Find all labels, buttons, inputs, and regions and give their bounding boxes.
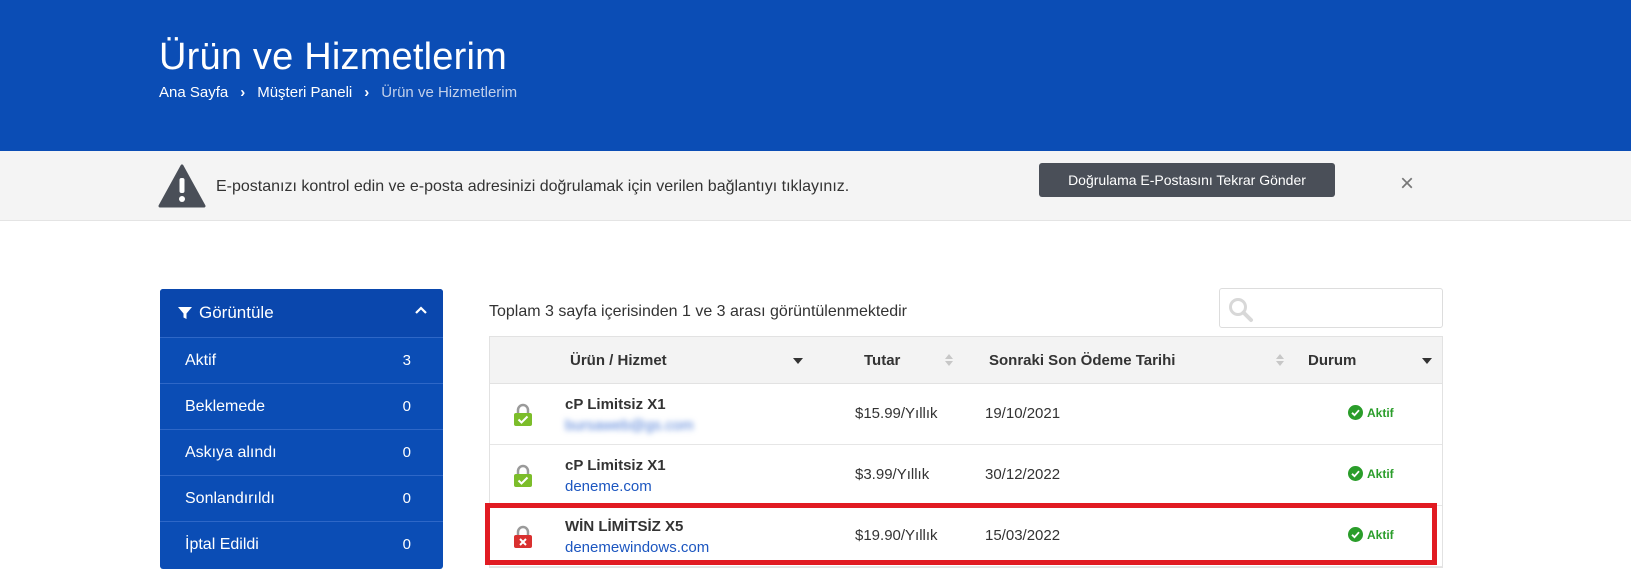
sidebar-item-count: 0: [402, 398, 411, 415]
sidebar-item-sonlandirildi[interactable]: Sonlandırıldı 0: [160, 475, 443, 521]
check-circle-icon: [1348, 405, 1363, 420]
breadcrumb-home-link[interactable]: Ana Sayfa: [159, 84, 228, 101]
product-price: $3.99/Yıllık: [855, 466, 930, 483]
status-badge: Aktif: [1348, 405, 1394, 420]
chevron-right-icon: ›: [240, 84, 246, 101]
breadcrumb-client-panel-link[interactable]: Müşteri Paneli: [257, 84, 352, 101]
email-verification-alert: E-postanızı kontrol edin ve e-posta adre…: [0, 151, 1631, 221]
alert-message: E-postanızı kontrol edin ve e-posta adre…: [216, 178, 850, 195]
product-due-date: 30/12/2022: [985, 466, 1061, 483]
table-row[interactable]: cP Limitsiz X1 deneme.com $3.99/Yıllık 3…: [490, 445, 1442, 506]
resend-verification-button[interactable]: Doğrulama E-Postasını Tekrar Gönder: [1039, 163, 1335, 197]
product-domain-link[interactable]: deneme.com: [565, 478, 652, 495]
table-row[interactable]: WİN LİMİTSİZ X5 denemewindows.com $19.90…: [490, 506, 1442, 567]
sidebar-item-count: 3: [402, 352, 411, 369]
sort-icon[interactable]: [943, 353, 955, 367]
sidebar-item-label: Sonlandırıldı: [185, 489, 275, 507]
sort-desc-icon[interactable]: [792, 353, 804, 367]
sidebar-item-count: 0: [402, 536, 411, 553]
sort-icon[interactable]: [1274, 353, 1286, 367]
sidebar-item-askiya-alindi[interactable]: Askıya alındı 0: [160, 429, 443, 475]
sidebar-item-label: İptal Edildi: [185, 535, 259, 553]
ssl-lock-valid-icon: [514, 403, 532, 426]
product-name: cP Limitsiz X1: [565, 396, 666, 413]
sidebar-item-label: Askıya alındı: [185, 443, 277, 461]
product-name: WİN LİMİTSİZ X5: [565, 518, 684, 535]
sidebar-item-aktif[interactable]: Aktif 3: [160, 337, 443, 383]
breadcrumb-current: Ürün ve Hizmetlerim: [381, 84, 518, 101]
services-table: Ürün / Hizmet Tutar Sonraki Son Ödeme Ta…: [489, 336, 1443, 568]
page-title: Ürün ve Hizmetlerim: [159, 36, 507, 78]
status-label: Aktif: [1367, 466, 1394, 481]
sidebar-title: Görüntüle: [199, 303, 274, 322]
status-label: Aktif: [1367, 405, 1394, 420]
sidebar-item-count: 0: [402, 490, 411, 507]
sidebar-item-count: 0: [402, 444, 411, 461]
page-header: Ürün ve Hizmetlerim Ana Sayfa › Müşteri …: [0, 0, 1631, 151]
close-icon[interactable]: ×: [1400, 172, 1414, 196]
breadcrumb: Ana Sayfa › Müşteri Paneli › Ürün ve Hiz…: [159, 84, 517, 101]
check-circle-icon: [1348, 466, 1363, 481]
table-header: Ürün / Hizmet Tutar Sonraki Son Ödeme Ta…: [490, 337, 1442, 384]
sidebar-item-beklemede[interactable]: Beklemede 0: [160, 383, 443, 429]
ssl-lock-valid-icon: [514, 464, 532, 487]
product-price: $15.99/Yıllık: [855, 405, 938, 422]
product-due-date: 19/10/2021: [985, 405, 1061, 422]
status-badge: Aktif: [1348, 466, 1394, 481]
sidebar-item-label: Beklemede: [185, 397, 266, 415]
product-price: $19.90/Yıllık: [855, 527, 938, 544]
filter-sidebar: Görüntüle Aktif 3 Beklemede 0 Askıya alı…: [160, 289, 443, 569]
warning-icon: [158, 164, 206, 208]
sidebar-header[interactable]: Görüntüle: [160, 289, 443, 337]
status-badge: Aktif: [1348, 527, 1394, 542]
column-header-amount[interactable]: Tutar: [864, 352, 900, 369]
search-input[interactable]: [1219, 288, 1443, 328]
ssl-lock-invalid-icon: [514, 525, 532, 548]
chevron-up-icon[interactable]: [413, 302, 429, 318]
search-icon: [1229, 298, 1253, 322]
chevron-right-icon: ›: [364, 84, 370, 101]
table-summary: Toplam 3 sayfa içerisinden 1 ve 3 arası …: [489, 303, 907, 320]
status-label: Aktif: [1367, 527, 1394, 542]
product-name: cP Limitsiz X1: [565, 457, 666, 474]
sidebar-item-iptal-edildi[interactable]: İptal Edildi 0: [160, 521, 443, 567]
product-due-date: 15/03/2022: [985, 527, 1061, 544]
column-header-due-date[interactable]: Sonraki Son Ödeme Tarihi: [989, 352, 1175, 369]
sidebar-item-label: Aktif: [185, 351, 217, 369]
product-domain-link[interactable]: bursaweb@gs.com: [565, 417, 694, 434]
check-circle-icon: [1348, 527, 1363, 542]
product-domain-link[interactable]: denemewindows.com: [565, 539, 709, 556]
column-header-product[interactable]: Ürün / Hizmet: [570, 352, 667, 369]
table-row[interactable]: cP Limitsiz X1 bursaweb@gs.com $15.99/Yı…: [490, 384, 1442, 445]
filter-icon: [178, 307, 192, 319]
column-header-status[interactable]: Durum: [1308, 352, 1356, 369]
sort-desc-icon[interactable]: [1421, 353, 1433, 367]
